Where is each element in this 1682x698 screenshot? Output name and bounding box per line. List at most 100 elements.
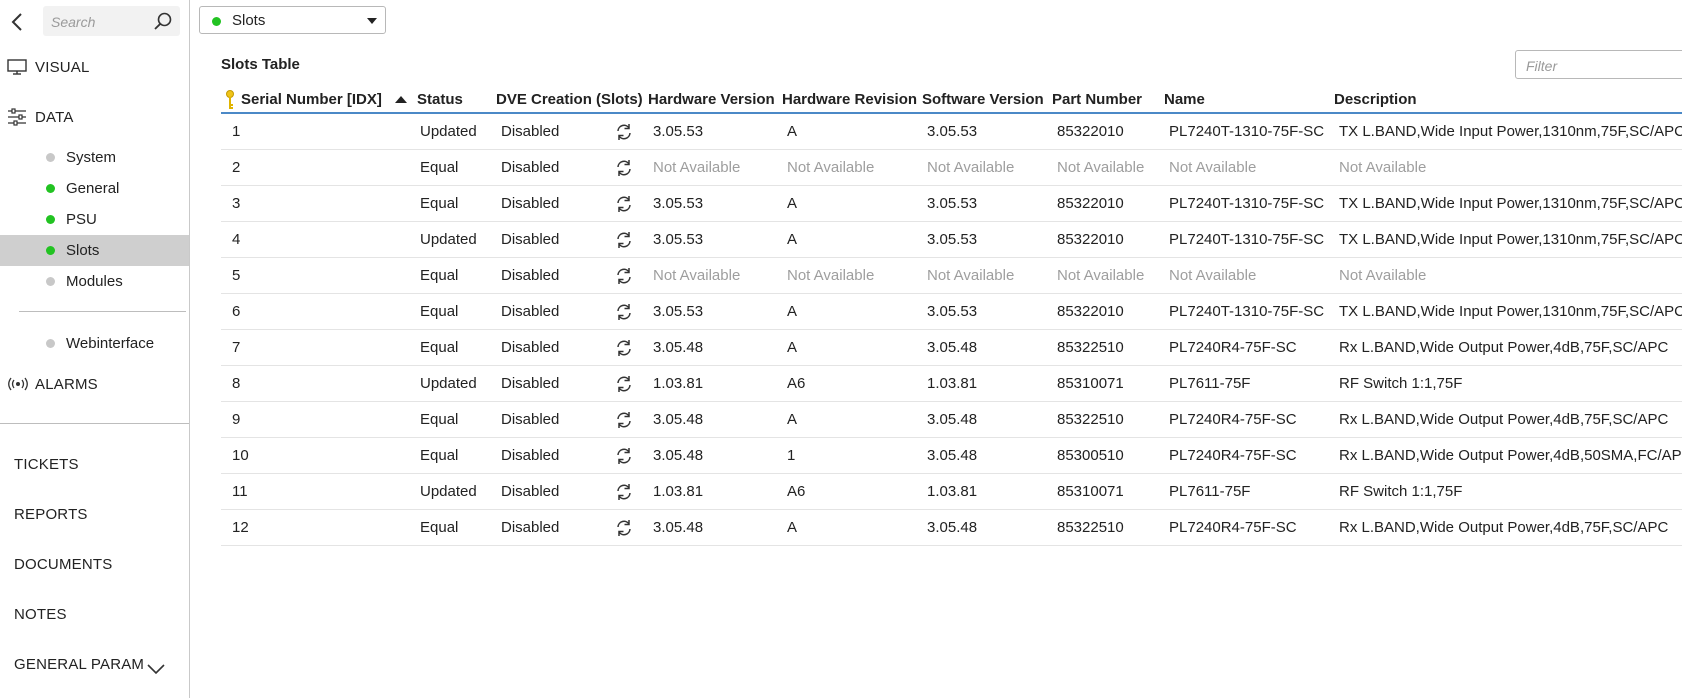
cell-sw-version: 3.05.48 [927, 339, 978, 356]
refresh-icon[interactable] [615, 411, 633, 429]
cell-serial: 10 [232, 447, 249, 464]
table-row[interactable]: 5 Equal Disabled Not Available Not Available… [221, 258, 1682, 294]
cell-hw-revision: A [787, 123, 798, 140]
cell-status: Equal [420, 303, 459, 320]
cell-serial: 7 [232, 339, 241, 356]
refresh-icon[interactable] [615, 519, 633, 537]
sidebar-item-webinterface[interactable]: Webinterface [0, 328, 189, 359]
cell-status: Equal [420, 411, 459, 428]
cell-dve: Disabled [501, 519, 560, 536]
cell-serial: 1 [232, 123, 241, 140]
refresh-icon[interactable] [615, 267, 633, 285]
cell-name: PL7240T-1310-75F-SC [1169, 303, 1325, 320]
refresh-icon[interactable] [615, 159, 633, 177]
col-header-dve[interactable]: DVE Creation (Slots) [496, 91, 643, 108]
cell-hw-version: 1.03.81 [653, 375, 704, 392]
sidebar-item-modules[interactable]: Modules [0, 266, 189, 297]
nav-alarms[interactable]: ALARMS [0, 371, 98, 397]
col-header-hw-version[interactable]: Hardware Version [648, 91, 775, 108]
cell-dve: Disabled [501, 159, 560, 176]
refresh-icon[interactable] [615, 195, 633, 213]
cell-status: Equal [420, 267, 459, 284]
table-row[interactable]: 8 Updated Disabled 1.03.81 A6 1.03.81 85310071… [221, 366, 1682, 402]
sidebar-item-system[interactable]: System [0, 142, 189, 173]
cell-part: 85322510 [1057, 339, 1124, 356]
cell-part: 85310071 [1057, 375, 1124, 392]
refresh-icon[interactable] [615, 303, 633, 321]
col-header-description[interactable]: Description [1334, 91, 1417, 108]
table-row[interactable]: 7 Equal Disabled 3.05.48 A 3.05.48 85322510 PL7… [221, 330, 1682, 366]
table-row[interactable]: 2 Equal Disabled Not Available Not Available… [221, 150, 1682, 186]
cell-hw-revision: A [787, 339, 798, 356]
cell-dve: Disabled [501, 339, 560, 356]
chevron-down-icon[interactable] [146, 662, 166, 675]
col-header-hw-revision[interactable]: Hardware Revision [782, 91, 917, 108]
cell-name: PL7240T-1310-75F-SC [1169, 123, 1325, 140]
cell-status: Equal [420, 519, 459, 536]
sidebar-item-label: PSU [66, 211, 97, 228]
refresh-icon[interactable] [615, 447, 633, 465]
nav-visual[interactable]: VISUAL [0, 54, 90, 80]
table-row[interactable]: 11 Updated Disabled 1.03.81 A6 1.03.81 8531007… [221, 474, 1682, 510]
refresh-icon[interactable] [615, 375, 633, 393]
table-row[interactable]: 12 Equal Disabled 3.05.48 A 3.05.48 85322510 PL… [221, 510, 1682, 546]
back-arrow-icon[interactable] [8, 11, 28, 33]
col-header-name[interactable]: Name [1164, 91, 1205, 108]
sidebar-item-slots[interactable]: Slots [0, 235, 189, 266]
status-dot [46, 339, 55, 348]
cell-description: TX L.BAND,Wide Input Power,1310nm,75F,SC… [1339, 231, 1682, 248]
refresh-icon[interactable] [615, 483, 633, 501]
nav-notes[interactable]: NOTES [14, 606, 67, 623]
cell-part: 85310071 [1057, 483, 1124, 500]
nav-general-param[interactable]: GENERAL PARAM [14, 656, 144, 673]
cell-name: PL7611-75F [1169, 375, 1251, 392]
cell-status: Updated [420, 375, 477, 392]
refresh-icon[interactable] [615, 339, 633, 357]
nav-reports[interactable]: REPORTS [14, 506, 88, 523]
cell-hw-version: Not Available [653, 159, 741, 176]
col-header-status[interactable]: Status [417, 91, 463, 108]
filter-input[interactable] [1524, 55, 1678, 77]
table-row[interactable]: 4 Updated Disabled 3.05.53 A 3.05.53 85322010 P… [221, 222, 1682, 258]
cell-part: Not Available [1057, 267, 1145, 284]
sidebar-item-label: Modules [66, 273, 123, 290]
table-row[interactable]: 9 Equal Disabled 3.05.48 A 3.05.48 85322510 PL7… [221, 402, 1682, 438]
cell-dve: Disabled [501, 123, 560, 140]
status-dot [46, 277, 55, 286]
cell-status: Updated [420, 483, 477, 500]
table-title: Slots Table [221, 56, 300, 73]
search-input[interactable] [49, 10, 153, 34]
cell-serial: 9 [232, 411, 241, 428]
cell-dve: Disabled [501, 483, 560, 500]
cell-description: RF Switch 1:1,75F [1339, 483, 1463, 500]
nav-documents[interactable]: DOCUMENTS [14, 556, 112, 573]
nav-data[interactable]: DATA [0, 104, 74, 130]
refresh-icon[interactable] [615, 123, 633, 141]
search-icon[interactable] [154, 12, 172, 30]
cell-name: PL7611-75F [1169, 483, 1251, 500]
col-header-serial[interactable]: Serial Number [IDX] [241, 91, 382, 108]
cell-dve: Disabled [501, 447, 560, 464]
status-dot [46, 184, 55, 193]
table-row[interactable]: 10 Equal Disabled 3.05.48 1 3.05.48 85300510 PL… [221, 438, 1682, 474]
cell-name: Not Available [1169, 159, 1257, 176]
page-selector-dropdown[interactable]: Slots [199, 6, 386, 34]
table-row[interactable]: 6 Equal Disabled 3.05.53 A 3.05.53 85322010 PL7… [221, 294, 1682, 330]
nav-tickets[interactable]: TICKETS [14, 456, 79, 473]
cell-description: Rx L.BAND,Wide Output Power,4dB,75F,SC/A… [1339, 411, 1669, 428]
cell-part: 85322010 [1057, 231, 1124, 248]
cell-hw-revision: A6 [787, 375, 806, 392]
sidebar-item-general[interactable]: General [0, 173, 189, 204]
refresh-icon[interactable] [615, 231, 633, 249]
sort-ascending-icon[interactable] [395, 96, 407, 103]
cell-hw-revision: 1 [787, 447, 796, 464]
sidebar-item-psu[interactable]: PSU [0, 204, 189, 235]
status-dot [46, 246, 55, 255]
col-header-part-number[interactable]: Part Number [1052, 91, 1142, 108]
cell-description: Rx L.BAND,Wide Output Power,4dB,50SMA,FC… [1339, 447, 1682, 464]
col-header-sw-version[interactable]: Software Version [922, 91, 1044, 108]
table-row[interactable]: 1 Updated Disabled 3.05.53 A 3.05.53 85322010 P… [221, 114, 1682, 150]
cell-serial: 3 [232, 195, 241, 212]
table-row[interactable]: 3 Equal Disabled 3.05.53 A 3.05.53 85322010 PL7… [221, 186, 1682, 222]
cell-hw-version: 3.05.48 [653, 339, 704, 356]
